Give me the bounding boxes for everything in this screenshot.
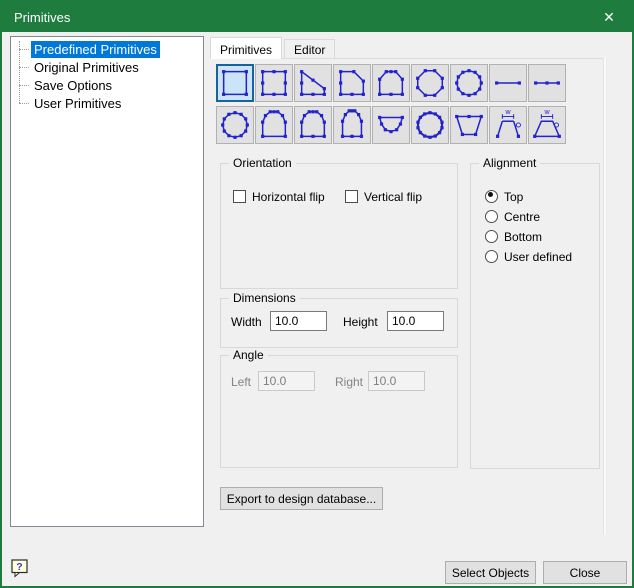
- palette-shape-line[interactable]: [489, 64, 527, 102]
- close-icon: ✕: [603, 9, 615, 26]
- tree-item-user-primitives[interactable]: User Primitives: [11, 94, 203, 112]
- checkbox-label: Horizontal flip: [252, 190, 325, 204]
- tree-stub: [19, 49, 29, 50]
- palette-shape-octagon[interactable]: [411, 64, 449, 102]
- dimensions-group-title: Dimensions: [229, 291, 300, 305]
- svg-text:w: w: [544, 108, 551, 116]
- tree-stub: [19, 103, 29, 104]
- tab-editor[interactable]: Editor: [284, 39, 335, 58]
- tree-item-label: User Primitives: [31, 95, 124, 112]
- alignment-radio-top[interactable]: Top: [485, 189, 523, 204]
- palette-shape-arch[interactable]: [255, 106, 293, 144]
- help-icon[interactable]: ?: [10, 558, 32, 580]
- angle-group-title: Angle: [229, 348, 268, 362]
- tree-stub: [19, 85, 29, 86]
- palette-shape-arch-3[interactable]: [333, 106, 371, 144]
- width-input[interactable]: [270, 311, 327, 331]
- alignment-group: Alignment Top Centre Bottom User defined: [470, 163, 600, 469]
- radio-label: Centre: [504, 210, 540, 224]
- select-objects-button[interactable]: Select Objects: [445, 561, 536, 584]
- orientation-group: Orientation Horizontal flip Vertical fli…: [220, 163, 458, 289]
- alignment-radio-bottom[interactable]: Bottom: [485, 229, 542, 244]
- tab-bar: Primitives Editor: [210, 36, 337, 58]
- tab-primitives[interactable]: Primitives: [210, 37, 282, 59]
- alignment-radio-user-defined[interactable]: User defined: [485, 249, 572, 264]
- tree-item-label: Predefined Primitives: [31, 41, 160, 58]
- radio-label: User defined: [504, 250, 572, 264]
- angle-left-label: Left: [231, 375, 251, 389]
- radio-icon: [485, 190, 498, 203]
- angle-right-input: [368, 371, 425, 391]
- palette-shape-trapezoid-w[interactable]: w: [528, 106, 566, 144]
- horizontal-flip-checkbox[interactable]: Horizontal flip: [233, 189, 325, 204]
- tree-item-label: Original Primitives: [31, 59, 142, 76]
- tree-stub: [19, 67, 29, 68]
- radio-icon: [485, 210, 498, 223]
- checkbox-label: Vertical flip: [364, 190, 422, 204]
- svg-text:w: w: [505, 108, 512, 116]
- radio-label: Bottom: [504, 230, 542, 244]
- svg-text:?: ?: [16, 561, 22, 573]
- palette-shape-open-trapezoid-w[interactable]: w: [489, 106, 527, 144]
- palette-shape-sloped-quad[interactable]: [294, 64, 332, 102]
- alignment-radio-centre[interactable]: Centre: [485, 209, 540, 224]
- radio-label: Top: [504, 190, 523, 204]
- close-button[interactable]: Close: [543, 561, 627, 584]
- palette-shape-circle-bold[interactable]: [411, 106, 449, 144]
- export-to-design-database-button[interactable]: Export to design database...: [220, 487, 383, 510]
- palette-shape-arch-2[interactable]: [294, 106, 332, 144]
- tree-item-save-options[interactable]: Save Options: [11, 76, 203, 94]
- tab-page-right-edge: [603, 58, 607, 535]
- palette-shape-square-handles[interactable]: [255, 64, 293, 102]
- palette-shape-circle[interactable]: [450, 64, 488, 102]
- height-label: Height: [343, 315, 378, 329]
- palette-shape-bowl[interactable]: [372, 106, 410, 144]
- alignment-group-title: Alignment: [479, 156, 540, 170]
- radio-icon: [485, 250, 498, 263]
- height-input[interactable]: [387, 311, 444, 331]
- palette-shape-circle-2[interactable]: [216, 106, 254, 144]
- close-window-button[interactable]: ✕: [586, 2, 632, 32]
- tree-item-original-primitives[interactable]: Original Primitives: [11, 58, 203, 76]
- dimensions-group: Dimensions Width Height: [220, 298, 458, 348]
- palette-shape-line-mid[interactable]: [528, 64, 566, 102]
- checkbox-box-icon: [233, 190, 246, 203]
- primitives-dialog: Primitives ✕ Predefined Primitives Origi…: [0, 0, 634, 588]
- angle-left-input: [258, 371, 315, 391]
- palette-shape-square[interactable]: [216, 64, 254, 102]
- palette-shape-trapezoid[interactable]: [450, 106, 488, 144]
- angle-right-label: Right: [335, 375, 363, 389]
- palette-shape-chamfer-top[interactable]: [372, 64, 410, 102]
- tree-item-predefined-primitives[interactable]: Predefined Primitives: [11, 40, 203, 58]
- checkbox-box-icon: [345, 190, 358, 203]
- window-title: Primitives: [2, 10, 70, 25]
- tree-item-label: Save Options: [31, 77, 115, 94]
- palette-shape-chamfer-corner[interactable]: [333, 64, 371, 102]
- width-label: Width: [231, 315, 262, 329]
- vertical-flip-checkbox[interactable]: Vertical flip: [345, 189, 422, 204]
- angle-group: Angle Left Right: [220, 355, 458, 468]
- orientation-group-title: Orientation: [229, 156, 296, 170]
- shape-palette: ww: [216, 64, 566, 144]
- title-bar: Primitives ✕: [2, 2, 632, 32]
- radio-icon: [485, 230, 498, 243]
- tree-connector-line: [19, 41, 20, 103]
- settings-tree: Predefined Primitives Original Primitive…: [10, 36, 204, 527]
